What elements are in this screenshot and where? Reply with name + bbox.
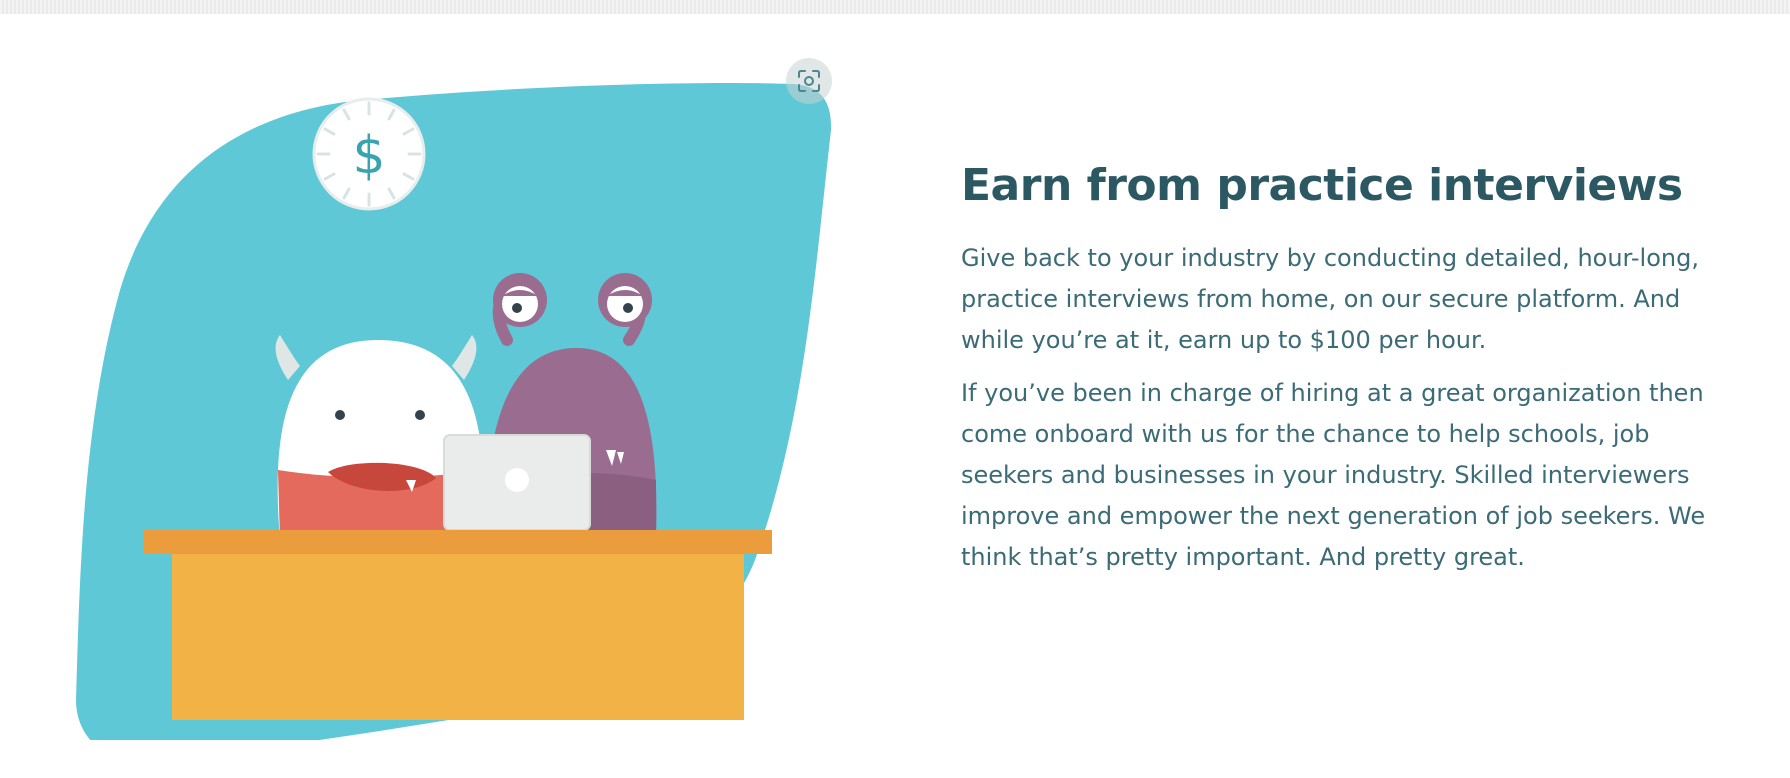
paragraph-earnings: Give back to your industry by conducting… xyxy=(961,244,1699,354)
content-copy: Earn from practice interviews Give back … xyxy=(961,158,1741,590)
paragraph-hiring: If you’ve been in charge of hiring at a … xyxy=(961,379,1706,571)
section-title: Earn from practice interviews xyxy=(961,160,1683,211)
desk xyxy=(144,530,772,720)
clock-symbol: $ xyxy=(352,126,385,186)
laptop xyxy=(443,434,591,531)
lens-scan-icon xyxy=(798,70,820,92)
page: $ Earn from practice interviews Give bac… xyxy=(0,0,1790,778)
top-strip xyxy=(0,0,1790,14)
illustration: $ xyxy=(60,40,840,740)
lens-scan-button[interactable] xyxy=(786,58,832,104)
dollar-clock-icon: $ xyxy=(312,97,426,211)
